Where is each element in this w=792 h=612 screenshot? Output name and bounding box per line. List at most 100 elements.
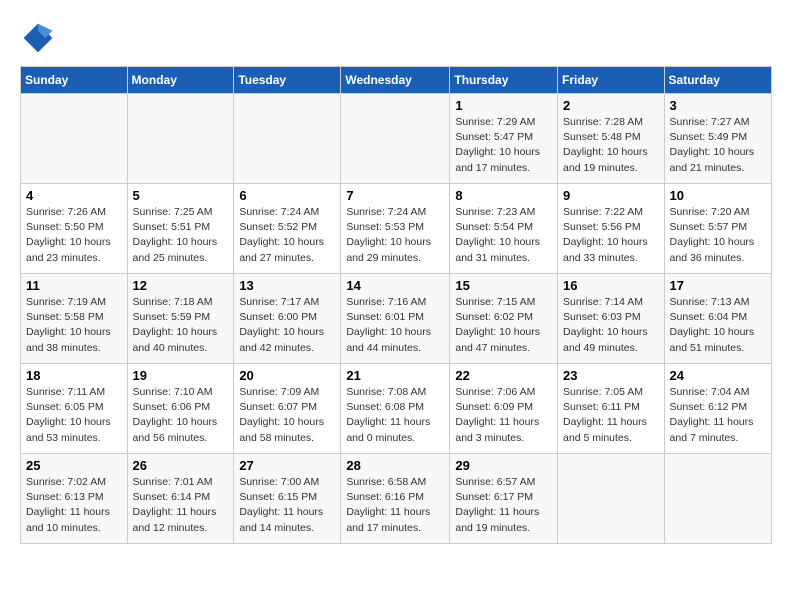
- calendar-cell: 20 Sunrise: 7:09 AM Sunset: 6:07 PM Dayli…: [234, 364, 341, 454]
- day-number: 3: [670, 98, 766, 113]
- day-info: Sunrise: 7:25 AM Sunset: 5:51 PM Dayligh…: [133, 205, 229, 266]
- day-number: 15: [455, 278, 552, 293]
- day-number: 26: [133, 458, 229, 473]
- calendar-cell: [234, 94, 341, 184]
- day-number: 18: [26, 368, 122, 383]
- day-number: 9: [563, 188, 659, 203]
- day-info: Sunrise: 6:58 AM Sunset: 6:16 PM Dayligh…: [346, 475, 444, 536]
- day-info: Sunrise: 7:11 AM Sunset: 6:05 PM Dayligh…: [26, 385, 122, 446]
- day-number: 8: [455, 188, 552, 203]
- day-number: 11: [26, 278, 122, 293]
- page-header: [20, 20, 772, 56]
- header-row: SundayMondayTuesdayWednesdayThursdayFrid…: [21, 67, 772, 94]
- day-number: 23: [563, 368, 659, 383]
- calendar-cell: 19Sunrise: 7:10 AM Sunset: 6:06 PM Dayli…: [127, 364, 234, 454]
- day-info: Sunrise: 7:27 AM Sunset: 5:49 PM Dayligh…: [670, 115, 766, 176]
- calendar-cell: 10 Sunrise: 7:20 AM Sunset: 5:57 PM Dayli…: [664, 184, 771, 274]
- week-row-3: 11 Sunrise: 7:19 AM Sunset: 5:58 PM Dayli…: [21, 274, 772, 364]
- calendar-cell: 29 Sunrise: 6:57 AM Sunset: 6:17 PM Dayli…: [450, 454, 558, 544]
- calendar-cell: 6 Sunrise: 7:24 AM Sunset: 5:52 PM Daylig…: [234, 184, 341, 274]
- calendar-cell: 12 Sunrise: 7:18 AM Sunset: 5:59 PM Dayli…: [127, 274, 234, 364]
- day-number: 10: [670, 188, 766, 203]
- calendar-cell: 4 Sunrise: 7:26 AM Sunset: 5:50 PM Daylig…: [21, 184, 128, 274]
- calendar-cell: 18 Sunrise: 7:11 AM Sunset: 6:05 PM Dayli…: [21, 364, 128, 454]
- calendar-cell: 1 Sunrise: 7:29 AM Sunset: 5:47 PM Daylig…: [450, 94, 558, 184]
- calendar-table: SundayMondayTuesdayWednesdayThursdayFrid…: [20, 66, 772, 544]
- calendar-cell: 15 Sunrise: 7:15 AM Sunset: 6:02 PM Dayli…: [450, 274, 558, 364]
- day-number: 2: [563, 98, 659, 113]
- calendar-cell: 21 Sunrise: 7:08 AM Sunset: 6:08 PM Dayli…: [341, 364, 450, 454]
- day-number: 27: [239, 458, 335, 473]
- day-number: 7: [346, 188, 444, 203]
- header-friday: Friday: [558, 67, 665, 94]
- week-row-2: 4 Sunrise: 7:26 AM Sunset: 5:50 PM Daylig…: [21, 184, 772, 274]
- day-info: Sunrise: 7:08 AM Sunset: 6:08 PM Dayligh…: [346, 385, 444, 446]
- day-info: Sunrise: 7:17 AM Sunset: 6:00 PM Dayligh…: [239, 295, 335, 356]
- header-wednesday: Wednesday: [341, 67, 450, 94]
- day-info: Sunrise: 7:22 AM Sunset: 5:56 PM Dayligh…: [563, 205, 659, 266]
- calendar-cell: 26Sunrise: 7:01 AM Sunset: 6:14 PM Dayli…: [127, 454, 234, 544]
- day-info: Sunrise: 7:13 AM Sunset: 6:04 PM Dayligh…: [670, 295, 766, 356]
- week-row-4: 18 Sunrise: 7:11 AM Sunset: 6:05 PM Dayli…: [21, 364, 772, 454]
- day-number: 22: [455, 368, 552, 383]
- day-info: Sunrise: 7:24 AM Sunset: 5:52 PM Dayligh…: [239, 205, 335, 266]
- day-info: Sunrise: 7:16 AM Sunset: 6:01 PM Dayligh…: [346, 295, 444, 356]
- day-number: 4: [26, 188, 122, 203]
- day-number: 17: [670, 278, 766, 293]
- calendar-cell: 11 Sunrise: 7:19 AM Sunset: 5:58 PM Dayli…: [21, 274, 128, 364]
- calendar-cell: 23Sunrise: 7:05 AM Sunset: 6:11 PM Dayli…: [558, 364, 665, 454]
- calendar-cell: 9 Sunrise: 7:22 AM Sunset: 5:56 PM Daylig…: [558, 184, 665, 274]
- day-number: 13: [239, 278, 335, 293]
- calendar-header: SundayMondayTuesdayWednesdayThursdayFrid…: [21, 67, 772, 94]
- day-number: 20: [239, 368, 335, 383]
- day-number: 28: [346, 458, 444, 473]
- calendar-cell: 17 Sunrise: 7:13 AM Sunset: 6:04 PM Dayli…: [664, 274, 771, 364]
- day-number: 29: [455, 458, 552, 473]
- calendar-body: 1 Sunrise: 7:29 AM Sunset: 5:47 PM Daylig…: [21, 94, 772, 544]
- header-thursday: Thursday: [450, 67, 558, 94]
- calendar-cell: 22 Sunrise: 7:06 AM Sunset: 6:09 PM Dayli…: [450, 364, 558, 454]
- calendar-cell: 5 Sunrise: 7:25 AM Sunset: 5:51 PM Daylig…: [127, 184, 234, 274]
- calendar-cell: 28 Sunrise: 6:58 AM Sunset: 6:16 PM Dayli…: [341, 454, 450, 544]
- calendar-cell: [341, 94, 450, 184]
- calendar-cell: 16 Sunrise: 7:14 AM Sunset: 6:03 PM Dayli…: [558, 274, 665, 364]
- day-info: Sunrise: 7:23 AM Sunset: 5:54 PM Dayligh…: [455, 205, 552, 266]
- day-info: Sunrise: 6:57 AM Sunset: 6:17 PM Dayligh…: [455, 475, 552, 536]
- day-info: Sunrise: 7:26 AM Sunset: 5:50 PM Dayligh…: [26, 205, 122, 266]
- calendar-cell: 14 Sunrise: 7:16 AM Sunset: 6:01 PM Dayli…: [341, 274, 450, 364]
- day-number: 1: [455, 98, 552, 113]
- day-number: 5: [133, 188, 229, 203]
- day-info: Sunrise: 7:15 AM Sunset: 6:02 PM Dayligh…: [455, 295, 552, 356]
- calendar-cell: [664, 454, 771, 544]
- day-info: Sunrise: 7:20 AM Sunset: 5:57 PM Dayligh…: [670, 205, 766, 266]
- day-number: 12: [133, 278, 229, 293]
- day-info: Sunrise: 7:28 AM Sunset: 5:48 PM Dayligh…: [563, 115, 659, 176]
- calendar-cell: [558, 454, 665, 544]
- calendar-cell: 2 Sunrise: 7:28 AM Sunset: 5:48 PM Daylig…: [558, 94, 665, 184]
- header-tuesday: Tuesday: [234, 67, 341, 94]
- day-info: Sunrise: 7:14 AM Sunset: 6:03 PM Dayligh…: [563, 295, 659, 356]
- day-info: Sunrise: 7:18 AM Sunset: 5:59 PM Dayligh…: [133, 295, 229, 356]
- calendar-cell: 7 Sunrise: 7:24 AM Sunset: 5:53 PM Daylig…: [341, 184, 450, 274]
- calendar-cell: [127, 94, 234, 184]
- day-info: Sunrise: 7:19 AM Sunset: 5:58 PM Dayligh…: [26, 295, 122, 356]
- day-number: 21: [346, 368, 444, 383]
- calendar-cell: 3 Sunrise: 7:27 AM Sunset: 5:49 PM Daylig…: [664, 94, 771, 184]
- day-number: 16: [563, 278, 659, 293]
- day-info: Sunrise: 7:06 AM Sunset: 6:09 PM Dayligh…: [455, 385, 552, 446]
- header-sunday: Sunday: [21, 67, 128, 94]
- logo-icon: [20, 20, 56, 56]
- day-number: 14: [346, 278, 444, 293]
- day-number: 19: [133, 368, 229, 383]
- day-info: Sunrise: 7:24 AM Sunset: 5:53 PM Dayligh…: [346, 205, 444, 266]
- calendar-cell: 13 Sunrise: 7:17 AM Sunset: 6:00 PM Dayli…: [234, 274, 341, 364]
- day-number: 24: [670, 368, 766, 383]
- day-info: Sunrise: 7:29 AM Sunset: 5:47 PM Dayligh…: [455, 115, 552, 176]
- week-row-5: 25 Sunrise: 7:02 AM Sunset: 6:13 PM Dayli…: [21, 454, 772, 544]
- day-info: Sunrise: 7:02 AM Sunset: 6:13 PM Dayligh…: [26, 475, 122, 536]
- day-number: 6: [239, 188, 335, 203]
- day-number: 25: [26, 458, 122, 473]
- day-info: Sunrise: 7:09 AM Sunset: 6:07 PM Dayligh…: [239, 385, 335, 446]
- calendar-cell: 25 Sunrise: 7:02 AM Sunset: 6:13 PM Dayli…: [21, 454, 128, 544]
- day-info: Sunrise: 7:04 AM Sunset: 6:12 PM Dayligh…: [670, 385, 766, 446]
